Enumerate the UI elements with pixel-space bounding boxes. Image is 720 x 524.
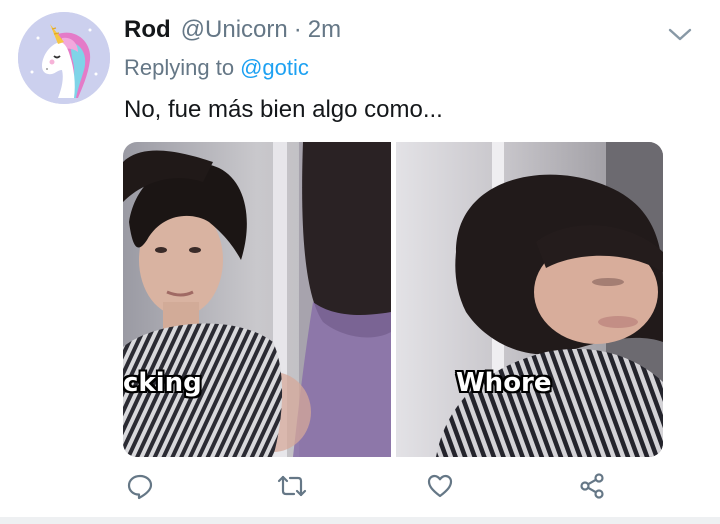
like-button[interactable] <box>420 466 460 506</box>
tweet-card[interactable]: Rod @Unicorn · 2m Replying to @gotic No, … <box>0 0 720 524</box>
retweet-button[interactable] <box>272 466 312 506</box>
display-name[interactable]: Rod <box>124 16 171 44</box>
reply-icon <box>127 474 153 500</box>
tweet-header: Rod @Unicorn · 2m <box>124 12 341 48</box>
unicorn-avatar-icon <box>18 12 110 104</box>
avatar[interactable] <box>18 12 110 104</box>
photo-left <box>123 142 391 457</box>
tweet-actions <box>0 466 720 506</box>
media-image-right[interactable]: Whore <box>396 142 663 457</box>
tweet-text: No, fue más bien algo como... <box>124 96 443 123</box>
photo-right <box>396 142 663 457</box>
share-button[interactable] <box>572 466 612 506</box>
retweet-icon <box>277 475 307 497</box>
separator-dot: · <box>293 16 302 43</box>
media-image-left[interactable]: cking <box>123 142 391 457</box>
chevron-down-icon <box>668 28 692 41</box>
media-grid[interactable]: cking Whore <box>123 142 663 457</box>
divider <box>0 517 720 524</box>
replying-label: Replying to <box>124 55 235 80</box>
more-options-button[interactable] <box>666 20 694 48</box>
user-handle[interactable]: @Unicorn <box>181 16 288 44</box>
share-icon <box>580 473 604 499</box>
timestamp[interactable]: 2m <box>308 16 341 44</box>
replying-to-line: Replying to @gotic <box>124 55 309 81</box>
reply-mention-link[interactable]: @gotic <box>240 55 309 80</box>
heart-icon <box>427 474 453 498</box>
meme-caption-right: Whore <box>456 368 552 398</box>
reply-button[interactable] <box>120 466 160 506</box>
meme-caption-left: cking <box>123 368 202 398</box>
